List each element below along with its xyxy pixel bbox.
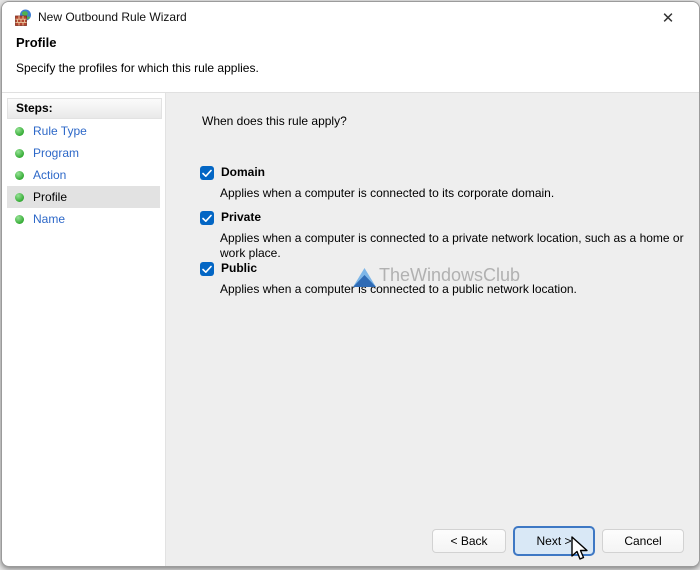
firewall-icon (15, 9, 31, 26)
page-subtitle: Specify the profiles for which this rule… (16, 61, 259, 75)
page-title: Profile (16, 35, 57, 50)
domain-label: Domain (221, 165, 266, 179)
check-icon (202, 169, 212, 177)
step-bullet-icon (15, 148, 24, 158)
sidebar-item-action[interactable]: Action (7, 164, 160, 186)
watermark-text: TheWindowsClub (379, 265, 521, 285)
step-bullet-icon (15, 170, 24, 180)
sidebar-item-label: Action (33, 168, 67, 182)
public-checkbox[interactable] (200, 262, 214, 276)
sidebar-item-rule-type[interactable]: Rule Type (7, 120, 160, 142)
public-label: Public (221, 261, 258, 275)
sidebar-item-label: Name (33, 212, 66, 226)
wizard-window: New Outbound Rule Wizard ✕ Profile Speci… (1, 1, 700, 567)
thewindowsclub-logo-icon (353, 268, 376, 287)
close-icon[interactable]: ✕ (655, 6, 681, 30)
steps-heading: Steps: (7, 98, 162, 119)
private-description: Applies when a computer is connected to … (220, 231, 684, 260)
main-content-pane (166, 93, 699, 566)
question-text: When does this rule apply? (202, 114, 347, 128)
check-icon (202, 265, 212, 273)
sidebar-item-profile[interactable]: Profile (7, 186, 160, 208)
sidebar-item-name[interactable]: Name (7, 208, 160, 230)
title-bar: New Outbound Rule Wizard ✕ (2, 2, 699, 32)
step-bullet-icon (15, 214, 24, 224)
sidebar-item-label: Profile (33, 190, 68, 204)
back-button[interactable]: < Back (432, 529, 506, 553)
check-icon (202, 214, 212, 222)
step-bullet-icon (15, 126, 24, 136)
sidebar-item-program[interactable]: Program (7, 142, 160, 164)
next-button[interactable]: Next > (513, 526, 595, 556)
sidebar-item-label: Program (33, 146, 80, 160)
sidebar-item-label: Rule Type (33, 124, 87, 138)
cancel-button[interactable]: Cancel (602, 529, 684, 553)
private-checkbox[interactable] (200, 211, 214, 225)
domain-description: Applies when a computer is connected to … (220, 186, 555, 200)
private-label: Private (221, 210, 262, 224)
pane-divider (165, 93, 166, 566)
step-bullet-icon (15, 192, 24, 202)
window-title: New Outbound Rule Wizard (38, 10, 187, 24)
domain-checkbox[interactable] (200, 166, 214, 180)
